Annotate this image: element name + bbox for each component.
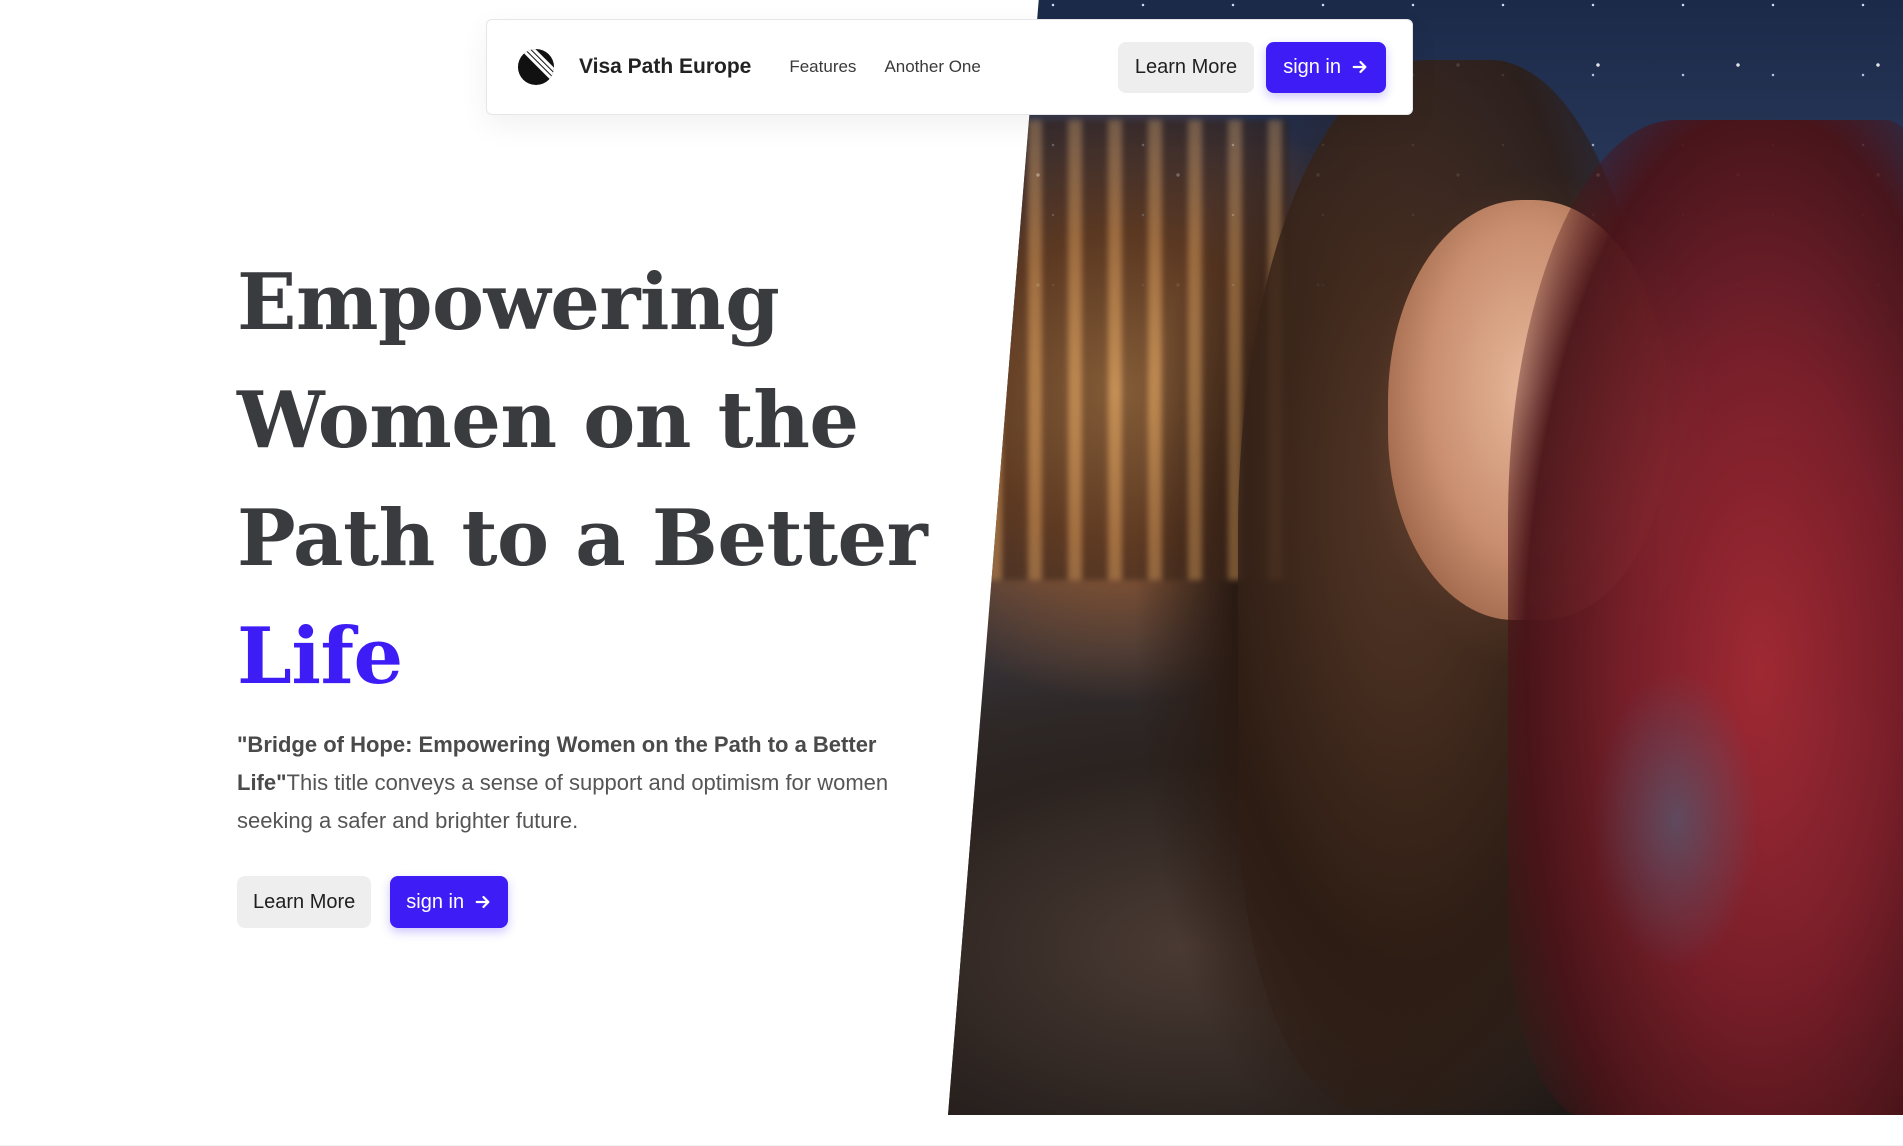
nav-link-features[interactable]: Features <box>789 57 856 77</box>
nav-learn-more-button[interactable]: Learn More <box>1117 41 1255 93</box>
hero-sign-in-button[interactable]: sign in <box>390 876 509 928</box>
nav-sign-in-label: sign in <box>1283 55 1341 78</box>
hero-learn-more-button[interactable]: Learn More <box>237 876 372 928</box>
hero-sign-in-label: sign in <box>406 890 465 913</box>
nav-link-another-one[interactable]: Another One <box>884 57 980 77</box>
navbar: Visa Path Europe Features Another One Le… <box>486 19 1413 115</box>
brand-name[interactable]: Visa Path Europe <box>579 55 751 79</box>
hero-description: "Bridge of Hope: Empowering Women on the… <box>237 726 957 840</box>
hero-title-line-3: Path to a Better <box>237 493 928 584</box>
nav-sign-in-button[interactable]: sign in <box>1266 41 1386 93</box>
hero-title-accent: Life <box>237 611 403 702</box>
hero-title: Empowering Women on the Path to a Better… <box>237 244 997 716</box>
hero-actions: Learn More sign in <box>237 876 509 928</box>
hero-description-text: This title conveys a sense of support an… <box>237 770 889 833</box>
arrow-right-icon <box>1352 60 1367 74</box>
scarf-decoration <box>1508 120 1903 1115</box>
arrow-right-icon <box>475 895 490 909</box>
hero-title-line-1: Empowering <box>237 257 780 348</box>
logo-icon[interactable] <box>517 48 555 86</box>
hero-title-line-2: Women on the <box>237 375 859 466</box>
hero-image <box>948 0 1903 1115</box>
